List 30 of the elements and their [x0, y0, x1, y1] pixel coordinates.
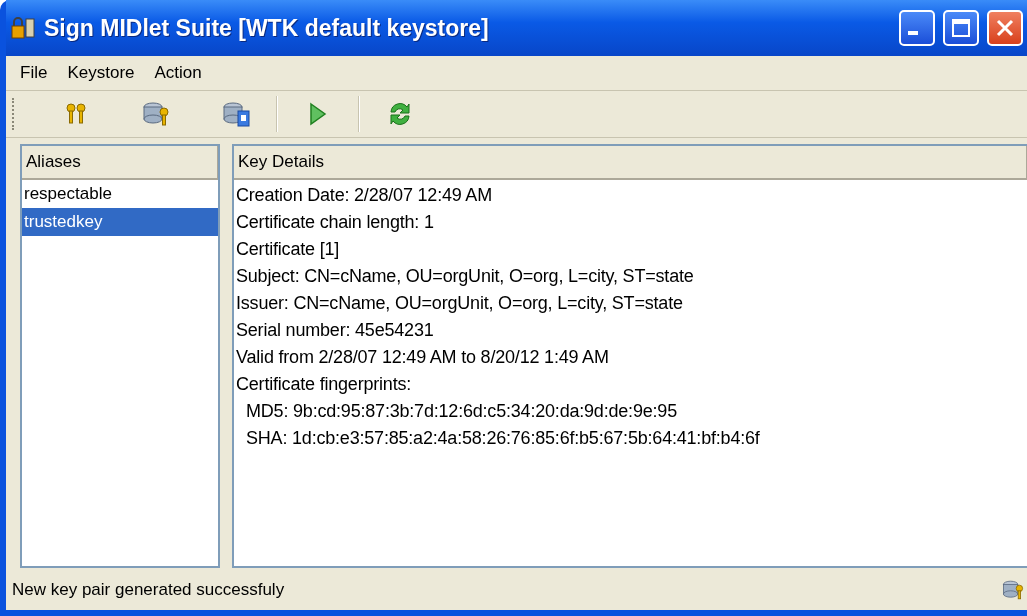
menu-item[interactable]: File: [12, 60, 56, 86]
fingerprint-line: SHA: 1d:cb:e3:57:85:a2:4a:58:26:76:85:6f:b5:67:5b:64:41:bf:b4:6f: [245, 427, 761, 450]
lock-keys-icon: [10, 15, 36, 41]
fingerprint-line: MD5: 9b:cd:95:87:3b:7d:12:6d:c5:34:20:da:9d:de:9e:95: [245, 400, 678, 423]
detail-line: Certificate [1]: [235, 238, 341, 261]
database-key-icon: [141, 100, 171, 128]
minimize-icon: [908, 31, 918, 35]
detail-line: Issuer: CN=cName, OU=orgUnit, O=org, L=city, ST=state: [235, 292, 684, 315]
minimize-button[interactable]: [899, 10, 935, 46]
detail-line: Valid from 2/28/07 12:49 AM to 8/20/12 1:49 AM: [235, 346, 610, 369]
menu-item[interactable]: Action: [146, 60, 210, 86]
maximize-icon: [951, 18, 971, 38]
window-title: Sign MIDlet Suite [WTK default keystore]: [44, 14, 490, 42]
status-text: New key pair generated successfuly: [12, 580, 285, 600]
detail-line: Serial number: 45e54231: [235, 319, 435, 342]
column-header: Key Details: [234, 146, 1027, 180]
detail-line: Certificate fingerprints:: [235, 373, 413, 396]
alias-item[interactable]: trustedkey: [22, 208, 218, 236]
close-icon: [995, 18, 1015, 38]
detail-line: Creation Date: 2/28/07 12:49 AM: [235, 184, 493, 207]
alias-item[interactable]: respectable: [22, 180, 218, 208]
database-card-icon: [221, 100, 251, 128]
menu-item[interactable]: Keystore: [59, 60, 143, 86]
column-header: Aliases: [22, 146, 218, 180]
maximize-button[interactable]: [943, 10, 979, 46]
play-icon: [309, 102, 327, 126]
detail-line: Certificate chain length: 1: [235, 211, 435, 234]
detail-line: Subject: CN=cName, OU=orgUnit, O=org, L=city, ST=state: [235, 265, 695, 288]
database-key-icon: [1001, 578, 1025, 602]
close-button[interactable]: [987, 10, 1023, 46]
